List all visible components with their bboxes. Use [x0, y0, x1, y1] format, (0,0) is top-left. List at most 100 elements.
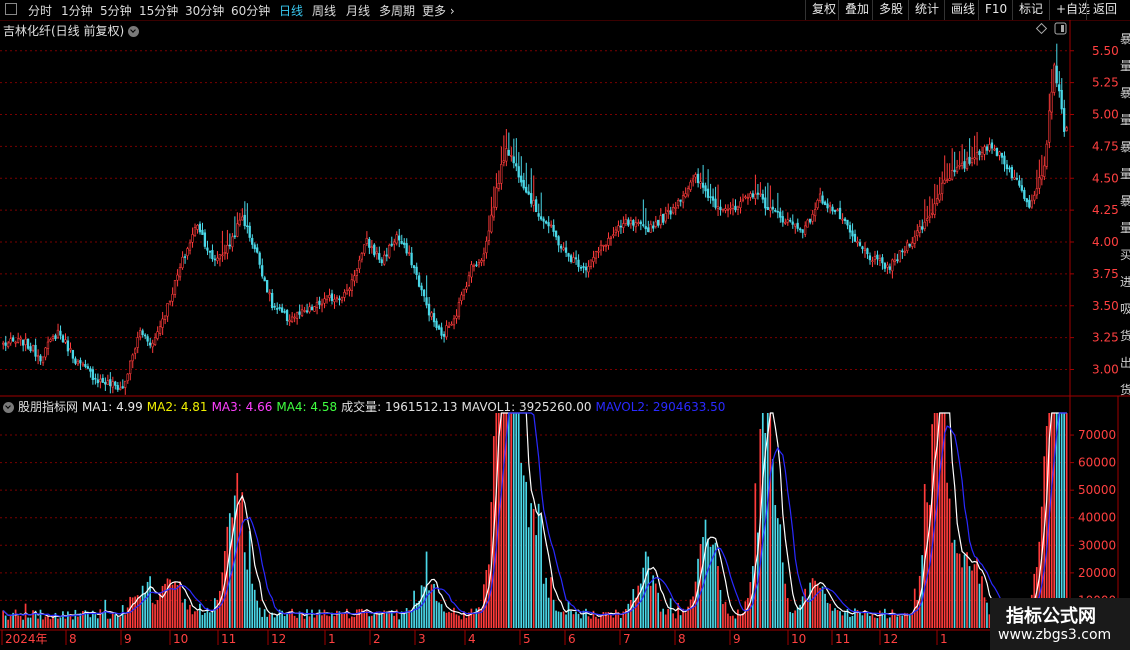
volume-bar [214, 598, 216, 628]
volume-bar [253, 589, 256, 628]
candle-body [771, 206, 774, 210]
volume-bar [348, 618, 351, 628]
candle-body [632, 220, 635, 226]
candle-body [564, 247, 568, 253]
candle-body [684, 193, 687, 198]
volume-bar [707, 538, 709, 628]
candle-body [749, 193, 752, 198]
candle-body [211, 250, 214, 260]
volume-bar [201, 614, 204, 628]
candle-body [138, 330, 142, 338]
volume-bar [883, 608, 886, 628]
volume-bar [557, 611, 560, 628]
candle-body [4, 342, 7, 346]
candle-body [741, 198, 745, 201]
candle-body [500, 164, 503, 184]
date-tick-label: 6 [568, 632, 576, 646]
volume-bar [438, 602, 440, 628]
candle-body [786, 219, 789, 223]
volume-bar [1053, 413, 1056, 628]
indicator-name[interactable]: 股朋指标网 [18, 400, 78, 414]
candle-body [512, 156, 515, 164]
candle-body [161, 318, 164, 328]
volume-bar [131, 597, 134, 628]
candle-body [696, 173, 700, 183]
candle-body [119, 387, 122, 390]
chevron-down-icon[interactable] [3, 402, 14, 413]
candle-body [246, 225, 249, 228]
candle-body [415, 266, 418, 275]
volume-bar [931, 424, 934, 628]
volume-bar [948, 498, 951, 628]
candle-body [903, 250, 906, 253]
candle-body [856, 241, 859, 244]
date-tick-label: 11 [835, 632, 850, 646]
candle-body [729, 207, 732, 210]
candle-body [360, 253, 363, 260]
candle-group [1, 43, 1068, 395]
volume-bar [824, 593, 826, 628]
volume-bar [189, 604, 191, 628]
candle-body [906, 242, 909, 251]
candle-body [432, 313, 436, 323]
candle-body [26, 338, 30, 349]
candle-body [988, 144, 991, 151]
candle-body [1008, 167, 1011, 170]
candle-body [624, 219, 627, 224]
candle-body [492, 206, 495, 218]
candle-body [691, 178, 695, 182]
volume-bar [343, 612, 346, 628]
candle-body [435, 320, 438, 328]
candle-body [539, 216, 543, 220]
candle-body [562, 247, 565, 250]
volume-bar [428, 590, 430, 628]
candle-body [898, 250, 901, 263]
volume-bar [844, 612, 846, 628]
candle-body [343, 292, 346, 298]
candle-body [604, 244, 608, 247]
candle-body [475, 264, 478, 267]
volume-bar [156, 600, 159, 628]
kline-chart[interactable]: 5.50 5.25 5.00 4.75 4.50 4.25 4.00 3.75 3.50 3.25… [0, 0, 1130, 650]
candle-body [975, 152, 979, 160]
volume-bar [550, 577, 552, 628]
volume-bar [104, 599, 107, 628]
candle-body [6, 342, 10, 347]
volume-bar [866, 612, 869, 628]
volume-bar [545, 577, 547, 628]
candle-body [970, 158, 974, 163]
volume-bar [159, 593, 161, 628]
candle-body [525, 186, 528, 193]
candle-body [455, 315, 458, 319]
volume-bar [649, 585, 652, 628]
candle-body [71, 349, 75, 359]
date-tick-label: 7 [623, 632, 631, 646]
candle-body [193, 227, 197, 237]
volume-bar [612, 617, 615, 628]
volume-value: 成交量: 1961512.13 [341, 400, 458, 414]
candle-body [395, 234, 398, 244]
candle-body [158, 326, 162, 334]
candle-body [442, 333, 446, 337]
candle-body [16, 338, 20, 343]
volume-bar [211, 610, 214, 628]
volume-bar [951, 542, 953, 628]
volume-bar [223, 551, 226, 628]
candle-body [368, 238, 371, 248]
candle-body [699, 181, 702, 184]
volume-bar [47, 616, 49, 628]
volume-bar [769, 413, 772, 628]
candle-body [502, 160, 505, 163]
candle-body [1055, 65, 1058, 84]
volume-bar [29, 617, 32, 628]
candle-body [136, 337, 139, 348]
candle-body [261, 265, 264, 277]
volume-bar [809, 582, 811, 628]
candle-body [761, 193, 764, 200]
candle-body [716, 206, 720, 209]
candle-body [667, 209, 670, 212]
volume-bar [535, 535, 537, 628]
volume-bar [450, 612, 453, 628]
candle-body [402, 242, 406, 245]
candle-body [51, 336, 55, 339]
